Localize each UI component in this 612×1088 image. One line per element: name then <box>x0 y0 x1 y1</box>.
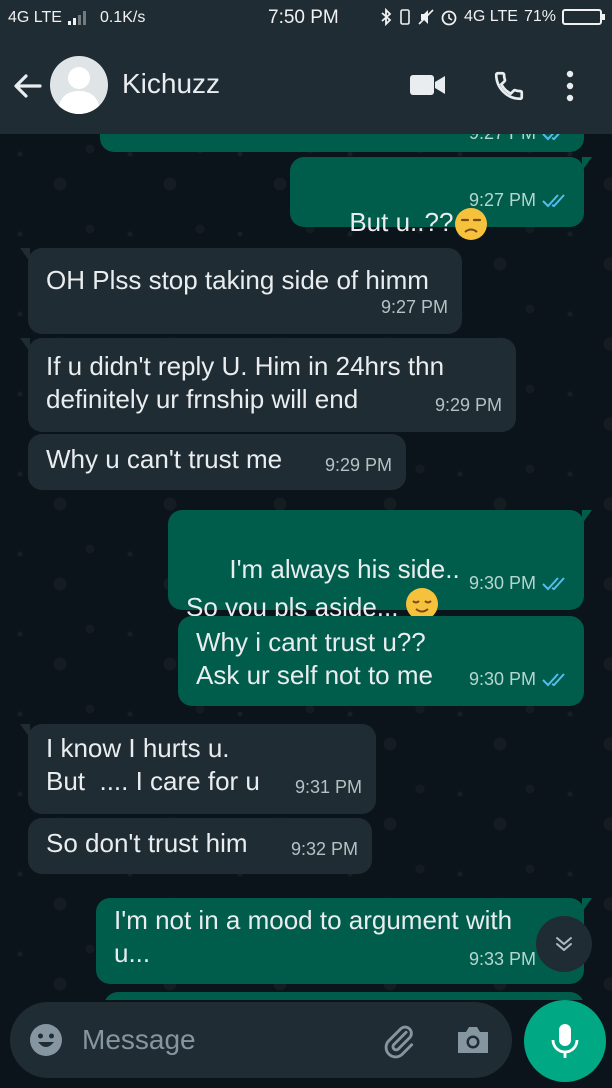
message-bubble-outgoing[interactable]: 9:27 PM <box>100 134 584 152</box>
read-receipt-icon <box>542 576 565 590</box>
network-type-left: 4G LTE <box>8 9 62 26</box>
message-input[interactable]: Message <box>82 1024 196 1056</box>
message-time: 9:33 PM <box>468 949 536 969</box>
attachment-icon[interactable] <box>380 1022 418 1060</box>
read-receipt-icon <box>542 134 560 140</box>
status-left: 4G LTE 0.1K/s <box>8 9 145 27</box>
message-bubble-outgoing[interactable]: I'm not in a mood to argument with u... … <box>96 898 592 984</box>
emoji-icon[interactable] <box>28 1022 64 1058</box>
message-bubble-outgoing[interactable]: But u..?? 9:27 PM <box>290 157 592 241</box>
message-bubble-outgoing[interactable]: Why i cant trust u?? Ask ur self not to … <box>178 616 584 706</box>
status-bar: 4G LTE 0.1K/s 7:50 PM 4G LTE 71% <box>0 0 612 36</box>
avatar[interactable] <box>50 56 108 114</box>
message-time: 9:30 PM <box>468 573 536 593</box>
vibrate-icon <box>400 9 410 25</box>
message-time: 9:27 PM <box>380 297 448 317</box>
voice-message-button[interactable] <box>524 1000 606 1082</box>
message-time: 9:29 PM <box>434 395 502 415</box>
message-text: Why i cant trust u?? Ask ur self not to … <box>196 627 433 690</box>
read-receipt-icon <box>542 193 565 207</box>
read-receipt-icon <box>542 672 565 686</box>
status-time: 7:50 PM <box>268 7 339 28</box>
network-type-right: 4G LTE <box>464 8 518 25</box>
video-call-button[interactable] <box>408 69 448 106</box>
message-meta: 9:32 PM <box>291 833 358 866</box>
more-options-icon <box>566 70 574 102</box>
voice-call-button[interactable] <box>492 69 526 108</box>
more-options-button[interactable] <box>560 69 580 108</box>
message-text: So don't trust him <box>46 828 248 858</box>
message-text: OH Plss stop taking side of himm <box>46 265 429 295</box>
message-bubble-incoming[interactable]: I know I hurts u. But .... I care for u … <box>20 724 376 814</box>
phone-icon <box>494 71 524 101</box>
status-right: 4G LTE 71% <box>380 8 605 26</box>
message-meta: 9:30 PM <box>469 663 570 696</box>
contact-name[interactable]: Kichuzz <box>122 68 220 100</box>
video-call-icon <box>410 75 445 95</box>
network-speed: 0.1K/s <box>99 9 146 26</box>
battery-percent: 71% <box>523 8 556 25</box>
message-meta: 9:30 PM <box>469 567 570 600</box>
message-bubble-incoming[interactable]: So don't trust him 9:32 PM <box>28 818 372 874</box>
message-text: If u didn't reply U. Him in 24hrs thn de… <box>46 351 445 414</box>
message-bubble-incoming[interactable]: OH Plss stop taking side of himm 9:27 PM <box>20 248 462 334</box>
message-meta: 9:27 PM <box>469 184 570 217</box>
alarm-icon <box>441 10 457 26</box>
message-meta: 9:29 PM <box>325 449 392 482</box>
signal-strength-icon <box>67 11 86 25</box>
message-meta: 9:29 PM <box>435 389 502 422</box>
message-time: 9:32 PM <box>290 839 358 859</box>
back-button[interactable] <box>8 66 48 106</box>
message-time: 9:27 PM <box>468 190 536 210</box>
scroll-to-bottom-button[interactable] <box>536 916 592 972</box>
message-time: 9:31 PM <box>294 777 362 797</box>
back-arrow-icon <box>14 74 42 98</box>
message-text: I know I hurts u. But .... I care for u <box>46 733 260 796</box>
message-text: Why u can't trust me <box>46 444 283 474</box>
message-time: 9:27 PM <box>469 134 536 150</box>
message-time: 9:30 PM <box>468 669 536 689</box>
message-meta: 9:27 PM <box>381 291 448 324</box>
microphone-icon <box>551 1024 579 1058</box>
message-composer: Message <box>0 1000 612 1088</box>
message-meta: 9:27 PM <box>469 134 570 150</box>
battery-icon <box>562 9 605 25</box>
mute-icon <box>418 9 434 25</box>
default-avatar-icon <box>57 67 101 114</box>
message-bubble-outgoing-partial[interactable] <box>104 992 584 1000</box>
double-chevron-down-icon <box>556 937 572 951</box>
message-time: 9:29 PM <box>324 455 392 475</box>
message-meta: 9:31 PM <box>295 771 362 804</box>
message-bubble-incoming[interactable]: If u didn't reply U. Him in 24hrs thn de… <box>20 338 516 432</box>
message-bubble-outgoing[interactable]: I'm always his side.. So you pls aside..… <box>168 510 592 622</box>
chat-header: Kichuzz <box>0 36 612 134</box>
chat-area[interactable]: 9:27 PM But u..?? 9:27 PM OH Plss stop t… <box>0 134 612 1000</box>
message-input-box[interactable]: Message <box>10 1002 512 1078</box>
bluetooth-icon <box>381 8 392 26</box>
message-text: I'm not in a mood to argument with u... <box>114 905 513 968</box>
camera-icon[interactable] <box>454 1022 492 1058</box>
message-bubble-incoming[interactable]: Why u can't trust me 9:29 PM <box>28 434 406 490</box>
